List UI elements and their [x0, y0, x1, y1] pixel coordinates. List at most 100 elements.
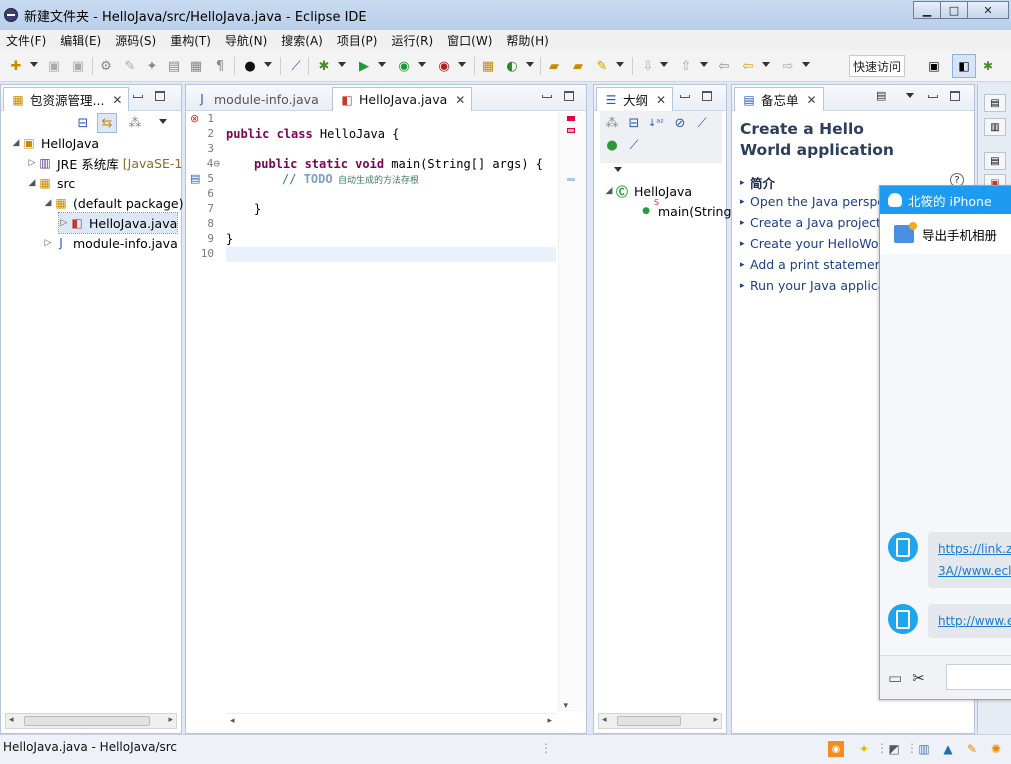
tree-item-module-info[interactable]: ▷ J module-info.java [43, 233, 178, 253]
hide-static-icon[interactable]: ⟋ [694, 115, 710, 131]
whats-new-icon[interactable]: ✺ [988, 741, 1004, 757]
menu-help[interactable]: 帮助(H) [506, 32, 548, 49]
pin-icon[interactable]: ⟋ [288, 58, 304, 74]
expanded-twisty-icon[interactable]: ◢ [11, 138, 21, 148]
scroll-down-icon[interactable]: ▾ [563, 701, 568, 711]
minimize-view-button[interactable] [928, 95, 938, 98]
new-icon[interactable]: ✚ [8, 58, 24, 74]
debug-perspective-icon[interactable]: ✱ [976, 54, 1000, 78]
close-tab-icon[interactable]: ✕ [112, 93, 122, 107]
close-tab-icon[interactable]: ✕ [656, 93, 666, 107]
search-icon[interactable]: ✎ [594, 58, 610, 74]
hide-fields-icon[interactable]: ⊘ [672, 115, 688, 131]
minimize-view-button[interactable] [133, 95, 143, 98]
menu-refactor[interactable]: 重构(T) [170, 32, 211, 49]
menu-navigate[interactable]: 导航(N) [225, 32, 267, 49]
scissors-icon[interactable]: ✂ [912, 669, 925, 687]
restore-icon[interactable]: ▤ [984, 152, 1006, 170]
line-number[interactable]: 4⊖ [207, 157, 220, 170]
menu-window[interactable]: 窗口(W) [447, 32, 492, 49]
cheat-step-open-perspective[interactable]: ▸ Open the Java perspe [740, 194, 885, 209]
error-overview-marker[interactable] [567, 128, 575, 133]
forward-icon[interactable]: ⇨ [780, 58, 796, 74]
menu-project[interactable]: 项目(P) [337, 32, 378, 49]
external-tools-dropdown-icon[interactable] [458, 62, 466, 67]
scroll-left-icon[interactable]: ◂ [602, 715, 607, 725]
java-perspective-icon[interactable]: ◧ [952, 54, 976, 78]
forward-dropdown-icon[interactable] [802, 62, 810, 67]
tree-item-jre[interactable]: ▷ ▥ JRE 系统库 [JavaSE-1 [27, 153, 183, 173]
minimize-view-button[interactable] [542, 95, 552, 98]
last-edit-icon[interactable]: ⇦ [716, 58, 732, 74]
menu-source[interactable]: 源码(S) [115, 32, 156, 49]
overview-book-icon[interactable]: ▥ [916, 741, 932, 757]
restore-icon[interactable]: ▤ [984, 94, 1006, 112]
tab-outline[interactable]: ☰ 大纲 ✕ [596, 87, 674, 111]
run-dropdown-icon[interactable] [378, 62, 386, 67]
collapsed-twisty-icon[interactable]: ▷ [43, 238, 53, 248]
menu-run[interactable]: 运行(R) [391, 32, 433, 49]
scroll-left-icon[interactable]: ◂ [230, 716, 235, 726]
tree-item-default-package[interactable]: ◢ ▦ (default package) [43, 193, 184, 213]
scroll-right-icon[interactable]: ▸ [168, 715, 173, 725]
save-all-icon[interactable]: ▣ [70, 58, 86, 74]
menu-edit[interactable]: 编辑(E) [60, 32, 101, 49]
minimize-button[interactable]: ▁ [913, 1, 941, 19]
open-task-icon[interactable]: ▰ [570, 58, 586, 74]
collapsed-twisty-icon[interactable]: ▷ [27, 158, 37, 168]
build-icon[interactable]: ⚙ [98, 58, 114, 74]
qq-link[interactable]: 3A//www.ecl [938, 560, 1011, 582]
tab-module-info[interactable]: J module-info.java [188, 87, 325, 111]
back-dropdown-icon[interactable] [762, 62, 770, 67]
task-overview-marker[interactable] [567, 178, 575, 181]
tree-item-project[interactable]: ◢ ▣ HelloJava [11, 133, 100, 153]
maximize-view-button[interactable] [155, 91, 165, 101]
run-icon[interactable]: ▶ [356, 58, 372, 74]
minimize-view-button[interactable] [680, 95, 690, 98]
next-annotation-dropdown-icon[interactable] [660, 62, 668, 67]
editor-hscrollbar[interactable]: ◂ ▸ [226, 713, 556, 729]
user-profile-icon[interactable]: ● [242, 58, 258, 74]
horizontal-scrollbar[interactable]: ◂ ▸ [5, 713, 177, 729]
cheat-step-create-class[interactable]: ▸ Create your HelloWor [740, 236, 884, 251]
tree-item-hellojava[interactable]: ▷ ◧ HelloJava.java [57, 212, 179, 234]
filters-icon[interactable]: ⁂ [604, 115, 620, 131]
cheat-step-run[interactable]: ▸ Run your Java applica [740, 278, 885, 293]
toggle-block-icon[interactable]: ▤ [166, 58, 182, 74]
sort-icon[interactable]: ↓ᵃᶻ [648, 115, 664, 131]
expanded-twisty-icon[interactable]: ◢ [27, 178, 37, 188]
view-menu-icon[interactable] [906, 93, 914, 98]
link-with-editor-icon[interactable]: ⇆ [97, 113, 117, 133]
quick-access-field[interactable]: 快速访问 [849, 55, 905, 77]
samples-wand-icon[interactable]: ✎ [964, 741, 980, 757]
tab-cheat-sheet[interactable]: ▤ 备忘单 ✕ [734, 87, 824, 111]
coverage-icon[interactable]: ◉ [396, 58, 412, 74]
prev-annotation-icon[interactable]: ⇧ [678, 58, 694, 74]
hide-local-types-icon[interactable]: ⟋ [626, 137, 642, 153]
cheat-step-create-project[interactable]: ▸ Create a Java project [740, 215, 881, 230]
new-class-dropdown-icon[interactable] [526, 62, 534, 67]
maximize-view-button[interactable] [564, 91, 574, 101]
debug-icon[interactable]: ✱ [316, 58, 332, 74]
qq-link[interactable]: http://www.e [938, 610, 1011, 632]
tab-package-explorer[interactable]: ▦ 包资源管理... ✕ [3, 87, 130, 111]
qq-message-bubble[interactable]: http://www.e [928, 604, 1011, 638]
menu-search[interactable]: 搜索(A) [281, 32, 323, 49]
new-class-icon[interactable]: ◐ [504, 58, 520, 74]
toggle-word-wrap-icon[interactable]: ▦ [188, 58, 204, 74]
maximize-button[interactable]: □ [940, 1, 968, 19]
tab-hellojava[interactable]: ◧ HelloJava.java ✕ [332, 87, 473, 111]
close-tab-icon[interactable]: ✕ [455, 93, 465, 107]
scrollbar-thumb[interactable] [24, 716, 150, 726]
scrollbar-thumb[interactable] [617, 716, 681, 726]
filters-icon[interactable]: ⁂ [127, 115, 143, 131]
horizontal-scrollbar[interactable]: ◂ ▸ [598, 713, 722, 729]
skip-breakpoints-icon[interactable]: ✎ [122, 58, 138, 74]
qq-link[interactable]: https://link.z [938, 538, 1011, 560]
export-photos-button[interactable]: 导出手机相册 [922, 225, 997, 244]
search-dropdown-icon[interactable] [616, 62, 624, 67]
task-list-icon[interactable]: ▥ [984, 118, 1006, 136]
debug-dropdown-icon[interactable] [338, 62, 346, 67]
scroll-right-icon[interactable]: ▸ [547, 716, 552, 726]
scroll-right-icon[interactable]: ▸ [713, 715, 718, 725]
